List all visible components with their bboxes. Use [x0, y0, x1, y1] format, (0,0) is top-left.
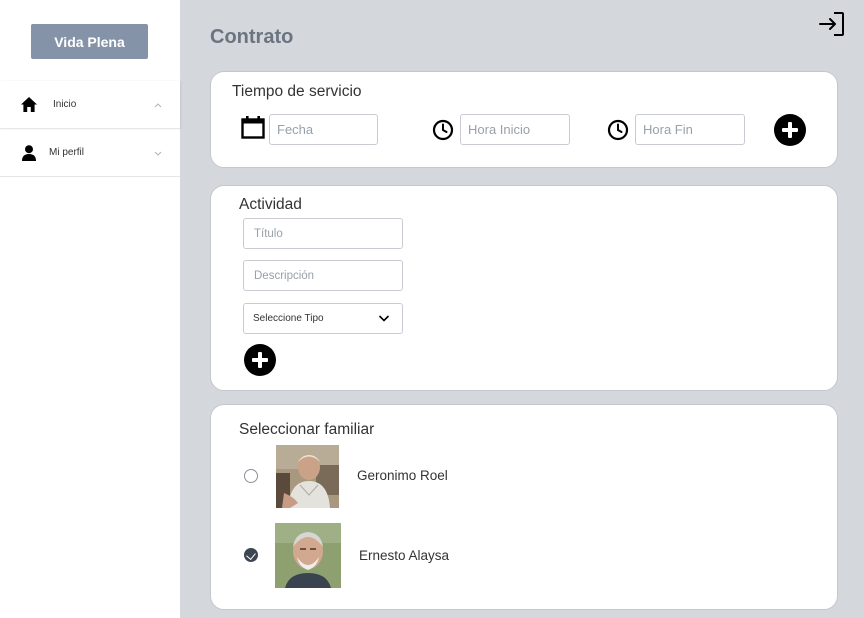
- family-radio-ernesto[interactable]: [244, 548, 258, 562]
- family-card: Seleccionar familiar Geronimo Roel Ernes…: [210, 404, 838, 610]
- sidebar-item-mi-perfil[interactable]: Mi perfil: [0, 129, 180, 177]
- end-time-field[interactable]: Hora Fin: [635, 114, 745, 145]
- family-name: Geronimo Roel: [357, 468, 448, 483]
- activity-card: Actividad Título Descripción Seleccione …: [210, 185, 838, 391]
- family-title: Seleccionar familiar: [239, 421, 375, 438]
- activity-title-input[interactable]: Título: [243, 218, 403, 249]
- service-time-card: Tiempo de servicio Fecha Hora Inicio Hor…: [210, 71, 838, 168]
- date-field[interactable]: Fecha: [269, 114, 378, 145]
- sidebar-item-inicio[interactable]: Inicio: [0, 81, 180, 129]
- activity-type-value: Seleccione Tipo: [253, 313, 324, 324]
- plus-circle-icon[interactable]: [774, 114, 806, 146]
- activity-title: Actividad: [239, 196, 302, 213]
- chevron-up-icon: [154, 100, 162, 110]
- clock-icon: [607, 119, 629, 146]
- chevron-down-icon: [154, 148, 162, 158]
- avatar: [275, 523, 341, 588]
- avatar: [276, 445, 339, 508]
- sidebar-item-label: Inicio: [53, 99, 77, 110]
- home-icon: [21, 97, 37, 113]
- calendar-icon: [241, 115, 265, 144]
- user-icon: [21, 144, 37, 161]
- activity-type-select[interactable]: Seleccione Tipo: [243, 303, 403, 334]
- clock-icon: [432, 119, 454, 146]
- sidebar: Vida Plena Inicio Mi perfil: [0, 0, 180, 618]
- family-radio-geronimo[interactable]: [244, 469, 258, 483]
- family-name: Ernesto Alaysa: [359, 548, 450, 563]
- brand-button[interactable]: Vida Plena: [31, 24, 148, 59]
- sidebar-item-label: Mi perfil: [49, 147, 85, 158]
- chevron-down-icon: [378, 312, 390, 327]
- service-time-title: Tiempo de servicio: [232, 83, 362, 100]
- start-time-field[interactable]: Hora Inicio: [460, 114, 570, 145]
- page-title: Contrato: [210, 26, 294, 48]
- activity-description-input[interactable]: Descripción: [243, 260, 403, 291]
- plus-circle-icon[interactable]: [244, 344, 276, 376]
- logout-icon[interactable]: [818, 10, 846, 38]
